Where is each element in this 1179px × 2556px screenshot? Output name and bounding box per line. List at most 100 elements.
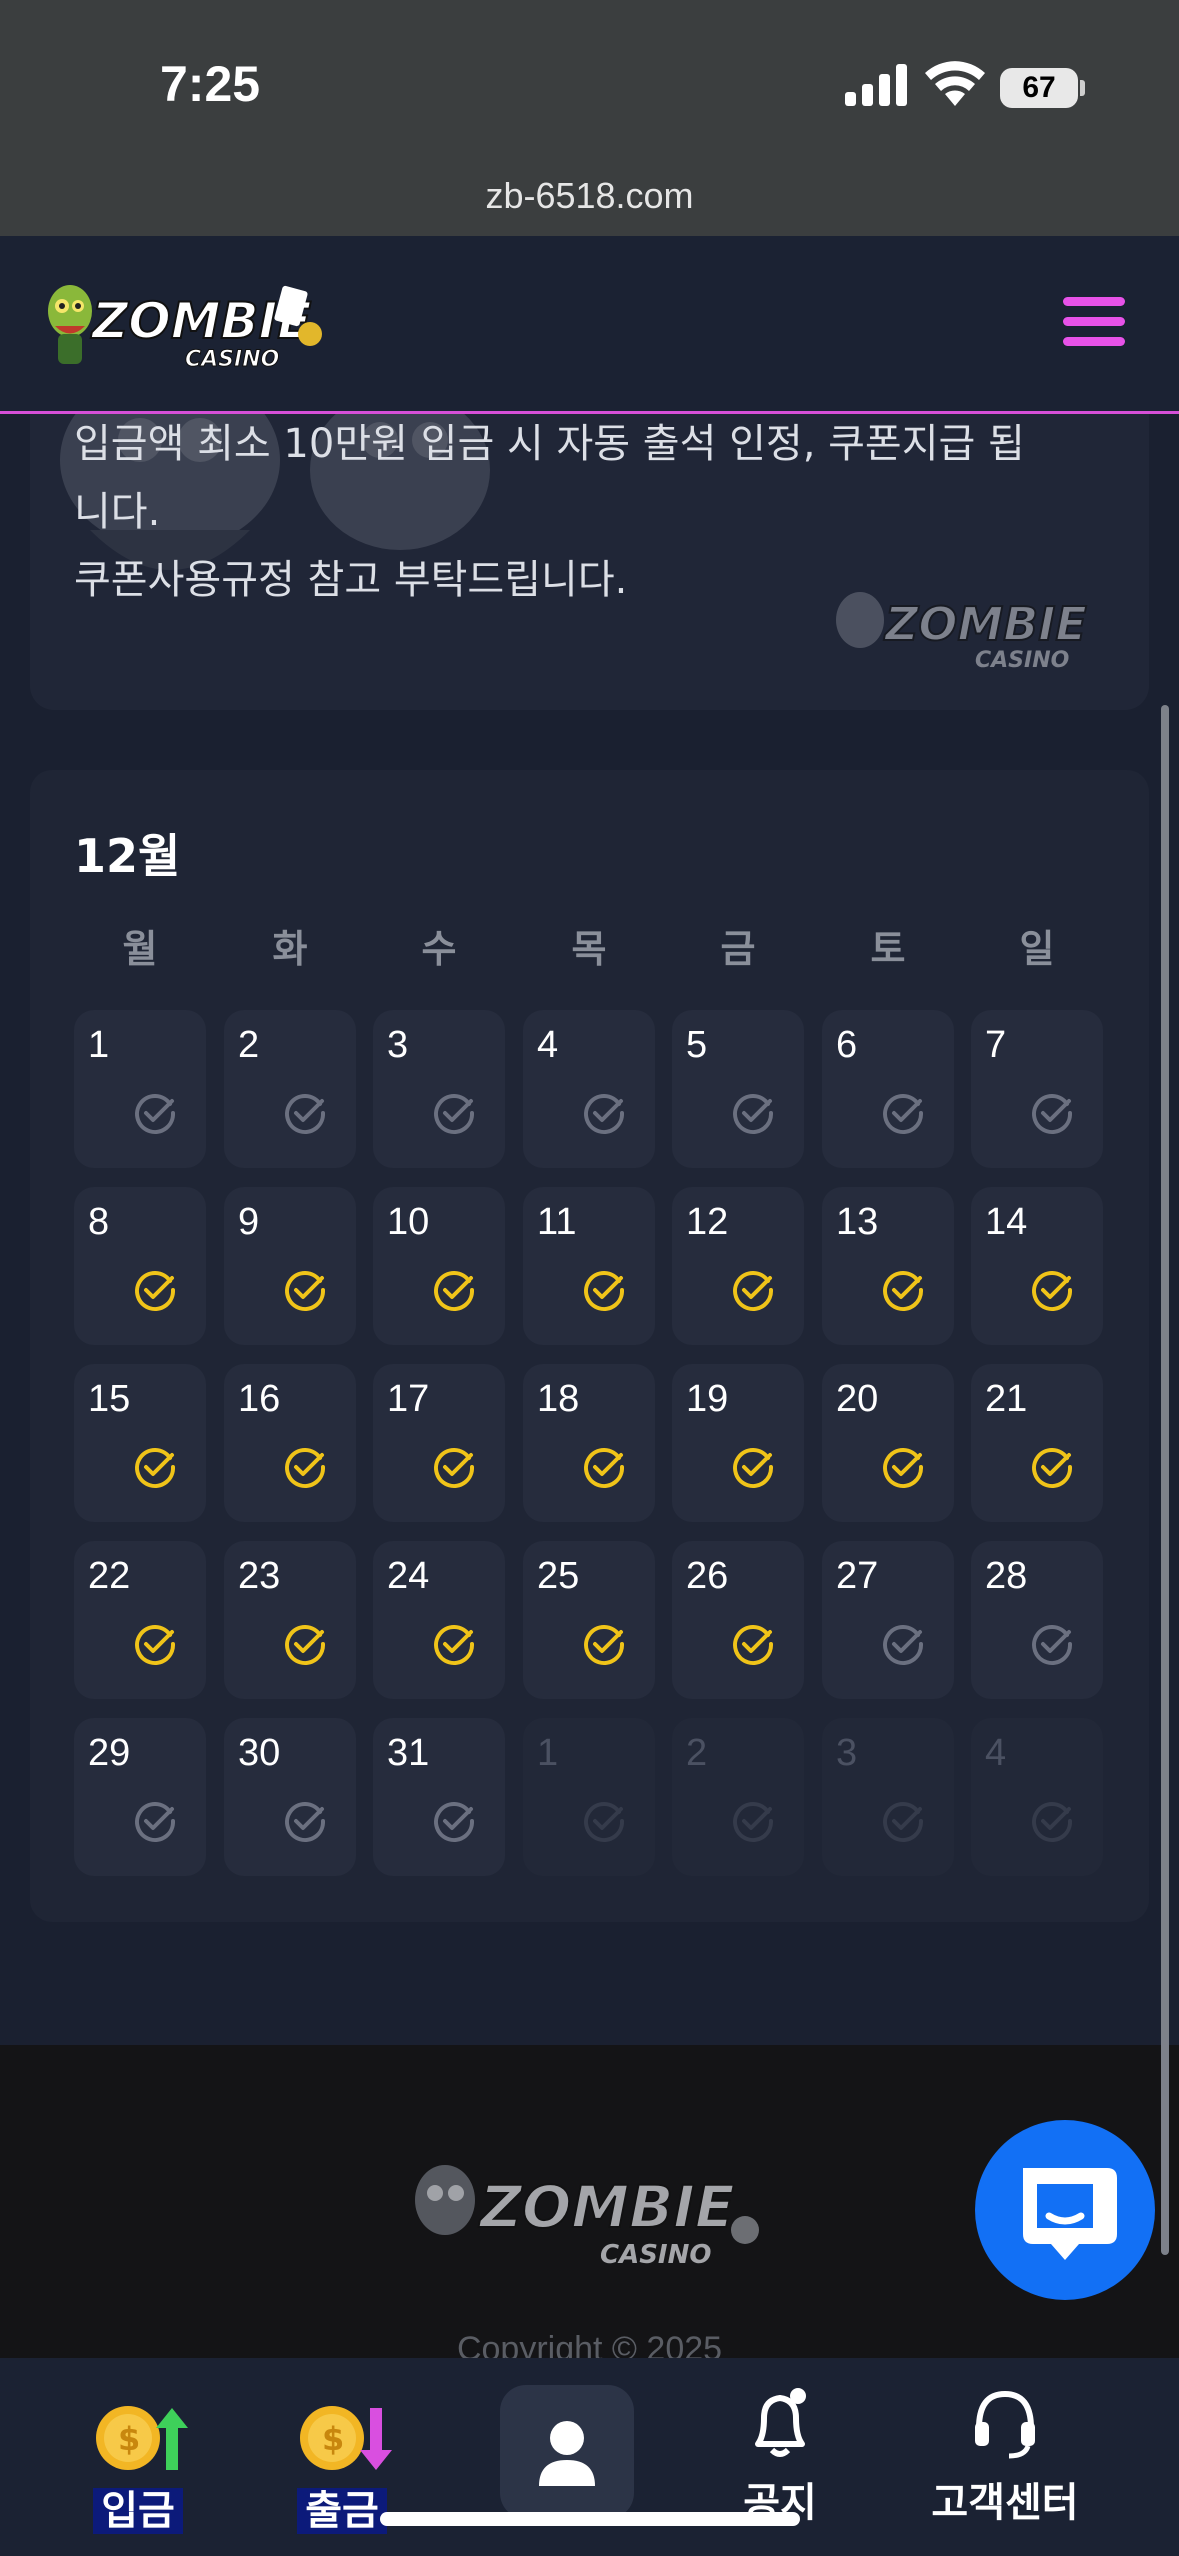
calendar-day[interactable]: 30	[224, 1718, 356, 1876]
zombie-casino-logo[interactable]: ZOMBIE CASINO	[40, 266, 340, 386]
calendar-day[interactable]: 26	[672, 1541, 804, 1699]
calendar-day[interactable]: 3	[373, 1010, 505, 1168]
check-circle-active-icon	[883, 1271, 924, 1311]
check-circle-active-icon	[135, 1448, 176, 1488]
weekday-label: 금	[720, 927, 756, 971]
check-circle-icon	[285, 1094, 326, 1134]
withdraw-coin-icon: $	[300, 2406, 392, 2470]
calendar-day[interactable]: 10	[373, 1187, 505, 1345]
nav-withdraw-label: 출금	[242, 2478, 442, 2536]
wifi-icon	[925, 61, 985, 106]
zombie-casino-watermark-logo: ZOMBIE CASINO	[836, 592, 1088, 673]
calendar-day-number: 29	[88, 1732, 131, 1774]
check-circle-active-icon	[584, 1448, 625, 1488]
calendar-day[interactable]: 11	[523, 1187, 655, 1345]
calendar-day[interactable]: 18	[523, 1364, 655, 1522]
svg-text:ZOMBIE: ZOMBIE	[478, 2173, 735, 2241]
calendar-day-number: 27	[836, 1555, 879, 1597]
home-indicator	[380, 2512, 800, 2526]
svg-text:CASINO: CASINO	[600, 2240, 711, 2270]
calendar-day[interactable]: 7	[971, 1010, 1103, 1168]
url-bar[interactable]: zb-6518.com	[0, 160, 1179, 236]
calendar-day-number: 16	[238, 1378, 281, 1420]
calendar-day[interactable]: 2	[224, 1010, 356, 1168]
calendar-day[interactable]: 4	[523, 1010, 655, 1168]
attendance-calendar: 12월 월화수목금토일 1 2 3 4 5 6 7 8 9 10 11 12 13 14 15 16 17 18 1…	[30, 770, 1149, 1922]
check-circle-active-icon	[285, 1271, 326, 1311]
calendar-day[interactable]: 25	[523, 1541, 655, 1699]
calendar-day-number: 7	[985, 1024, 1007, 1066]
check-circle-active-icon	[285, 1625, 326, 1665]
calendar-day-number: 22	[88, 1555, 131, 1597]
calendar-day[interactable]: 13	[822, 1187, 954, 1345]
calendar-day-number: 13	[836, 1201, 879, 1243]
check-circle-active-icon	[434, 1625, 475, 1665]
nav-deposit-label: 입금	[38, 2478, 238, 2536]
calendar-day-number: 26	[686, 1555, 729, 1597]
calendar-day-number: 9	[238, 1201, 260, 1243]
check-circle-active-icon	[1032, 1271, 1073, 1311]
calendar-day-number: 12	[686, 1201, 729, 1243]
check-circle-active-icon	[733, 1625, 774, 1665]
calendar-day-number: 5	[686, 1024, 708, 1066]
calendar-day[interactable]: 5	[672, 1010, 804, 1168]
calendar-day[interactable]: 17	[373, 1364, 505, 1522]
check-circle-icon	[285, 1802, 326, 1842]
calendar-day-number: 3	[387, 1024, 409, 1066]
check-circle-icon	[584, 1094, 625, 1134]
check-circle-active-icon	[584, 1625, 625, 1665]
calendar-day[interactable]: 8	[74, 1187, 206, 1345]
calendar-day[interactable]: 29	[74, 1718, 206, 1876]
battery-indicator: 67	[1000, 68, 1078, 108]
bell-icon	[755, 2388, 806, 2457]
weekday-label: 화	[272, 927, 308, 971]
profile-icon	[539, 2421, 595, 2486]
calendar-day[interactable]: 23	[224, 1541, 356, 1699]
check-circle-active-icon	[733, 1271, 774, 1311]
page-scrollbar[interactable]	[1161, 705, 1169, 2255]
calendar-day[interactable]: 6	[822, 1010, 954, 1168]
calendar-day[interactable]: 27	[822, 1541, 954, 1699]
calendar-day[interactable]: 24	[373, 1541, 505, 1699]
calendar-day[interactable]: 19	[672, 1364, 804, 1522]
promo-line: 니다.	[74, 489, 161, 535]
calendar-day[interactable]: 31	[373, 1718, 505, 1876]
status-bar: 7:25 67	[0, 0, 1179, 160]
calendar-day-number: 11	[537, 1201, 577, 1243]
calendar-day[interactable]: 22	[74, 1541, 206, 1699]
svg-text:ZOMBIE: ZOMBIE	[883, 597, 1087, 651]
calendar-day-number: 18	[537, 1378, 580, 1420]
hamburger-menu-icon[interactable]	[1063, 297, 1129, 347]
nav-notice[interactable]: 공지	[680, 2358, 880, 2556]
nav-customer-center[interactable]: 고객센터	[905, 2358, 1105, 2556]
calendar-day[interactable]: 12	[672, 1187, 804, 1345]
calendar-day[interactable]: 1	[74, 1010, 206, 1168]
site-header: ZOMBIE CASINO	[0, 236, 1179, 414]
calendar-day[interactable]: 14	[971, 1187, 1103, 1345]
live-chat-button[interactable]	[975, 2120, 1155, 2300]
chat-bubble-icon	[1023, 2168, 1117, 2260]
calendar-day[interactable]: 16	[224, 1364, 356, 1522]
calendar-day[interactable]: 20	[822, 1364, 954, 1522]
calendar-day-number: 28	[985, 1555, 1028, 1597]
calendar-day-number: 21	[985, 1378, 1028, 1420]
svg-text:CASINO: CASINO	[975, 648, 1069, 673]
weekday-label: 목	[571, 927, 607, 971]
svg-text:$: $	[118, 2420, 140, 2458]
check-circle-icon	[733, 1094, 774, 1134]
calendar-day-outside: 2	[672, 1718, 804, 1876]
calendar-day[interactable]: 15	[74, 1364, 206, 1522]
calendar-day-number: 2	[686, 1732, 708, 1774]
svg-text:$: $	[322, 2420, 344, 2458]
nav-deposit[interactable]: $ 입금	[38, 2358, 238, 2556]
calendar-day-number: 25	[537, 1555, 580, 1597]
check-circle-icon	[883, 1802, 924, 1842]
promo-line: 입금액 최소 10만원 입금 시 자동 출석 인정, 쿠폰지급 됩	[74, 421, 1025, 467]
calendar-day[interactable]: 9	[224, 1187, 356, 1345]
nav-withdraw[interactable]: $ 출금	[242, 2358, 442, 2556]
calendar-day[interactable]: 28	[971, 1541, 1103, 1699]
weekday-label: 일	[1019, 927, 1055, 971]
calendar-day[interactable]: 21	[971, 1364, 1103, 1522]
calendar-day-number: 6	[836, 1024, 858, 1066]
nav-profile[interactable]	[467, 2358, 667, 2556]
